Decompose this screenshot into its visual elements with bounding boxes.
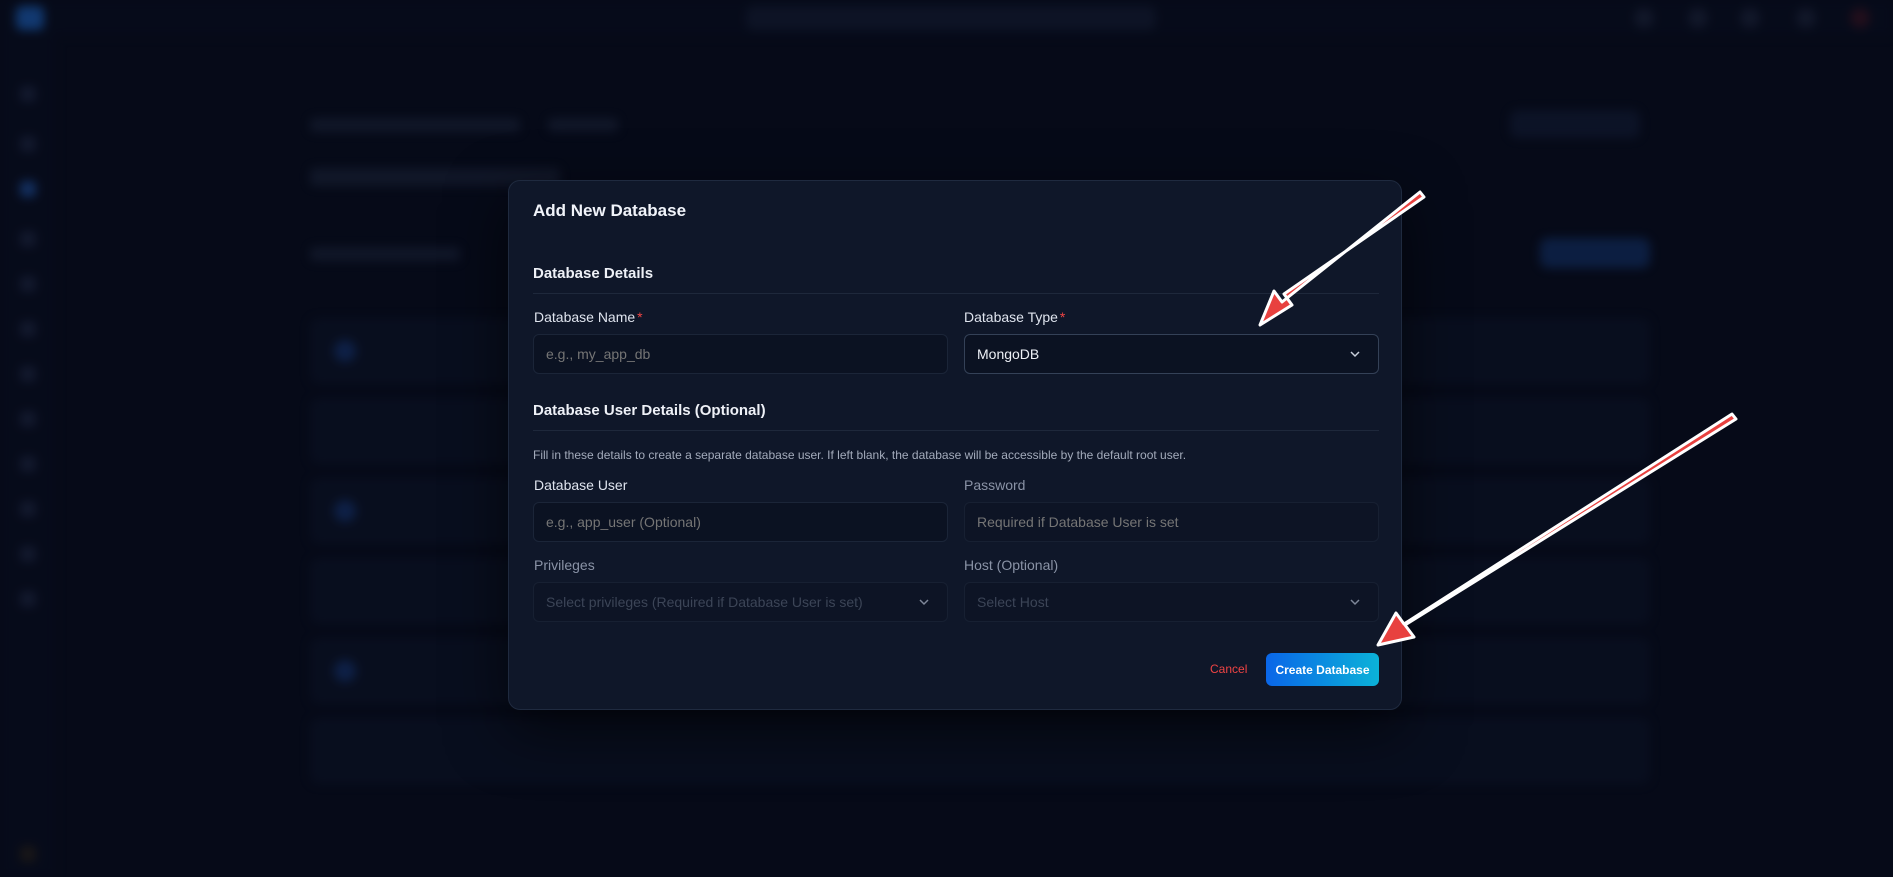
database-type-select[interactable]: MongoDB xyxy=(964,334,1379,374)
background-nav-icon xyxy=(20,276,36,292)
database-type-value: MongoDB xyxy=(977,346,1040,362)
chevron-down-icon xyxy=(1350,599,1360,606)
background-icon xyxy=(1850,8,1870,28)
chevron-down-icon xyxy=(1350,351,1360,358)
background-nav-icon xyxy=(20,366,36,382)
database-user-label: Database User xyxy=(534,477,628,493)
section-title-database-details: Database Details xyxy=(533,265,654,282)
background-icon xyxy=(1740,8,1760,28)
background-row-icon xyxy=(334,500,356,522)
add-database-modal: Add New Database Database Details Databa… xyxy=(508,180,1402,710)
database-type-label-text: Database Type xyxy=(964,309,1058,325)
database-user-input[interactable] xyxy=(533,502,948,542)
privileges-placeholder: Select privileges (Required if Database … xyxy=(546,594,863,610)
background-button xyxy=(1510,110,1640,138)
host-placeholder: Select Host xyxy=(977,594,1049,610)
background-nav-icon xyxy=(20,231,36,247)
password-input[interactable] xyxy=(964,502,1379,542)
section-divider xyxy=(533,293,1379,294)
background-search xyxy=(746,6,1156,30)
background-nav-icon xyxy=(20,546,36,562)
background-nav-icon xyxy=(20,501,36,517)
background-nav-icon xyxy=(20,591,36,607)
create-database-button[interactable]: Create Database xyxy=(1266,653,1379,686)
background-row-icon xyxy=(334,660,356,682)
background-nav-icon xyxy=(20,411,36,427)
background-row-icon xyxy=(334,340,356,362)
background-breadcrumb xyxy=(310,118,520,132)
database-name-label-text: Database Name xyxy=(534,309,636,325)
background-button xyxy=(1540,238,1650,268)
app-logo xyxy=(16,6,44,30)
background-nav-icon xyxy=(20,321,36,337)
background-icon xyxy=(1688,8,1708,28)
database-type-label: Database Type * xyxy=(964,309,1065,325)
background-text xyxy=(310,247,460,261)
background-row xyxy=(310,718,1650,784)
host-select[interactable]: Select Host xyxy=(964,582,1379,622)
user-details-help-text: Fill in these details to create a separa… xyxy=(533,448,1187,462)
privileges-label: Privileges xyxy=(534,557,595,573)
section-title-user-details: Database User Details (Optional) xyxy=(533,402,766,419)
required-marker: * xyxy=(637,309,643,325)
background-nav-icon xyxy=(20,846,36,862)
host-label: Host (Optional) xyxy=(964,557,1059,573)
section-divider xyxy=(533,430,1379,431)
background-breadcrumb xyxy=(548,118,618,132)
background-icon xyxy=(1634,8,1654,28)
background-nav-icon xyxy=(20,456,36,472)
database-name-label: Database Name * xyxy=(534,309,643,325)
cancel-button[interactable]: Cancel xyxy=(1200,653,1257,685)
background-topbar xyxy=(0,0,1893,36)
chevron-down-icon xyxy=(919,599,929,606)
background-sidebar xyxy=(0,36,56,877)
database-name-input[interactable] xyxy=(533,334,948,374)
privileges-select[interactable]: Select privileges (Required if Database … xyxy=(533,582,948,622)
background-nav-icon xyxy=(20,86,36,102)
background-nav-icon xyxy=(20,181,36,197)
required-marker: * xyxy=(1059,309,1066,325)
password-label: Password xyxy=(964,477,1026,493)
modal-title: Add New Database xyxy=(533,201,687,220)
background-icon xyxy=(1796,8,1816,28)
background-nav-icon xyxy=(20,136,36,152)
